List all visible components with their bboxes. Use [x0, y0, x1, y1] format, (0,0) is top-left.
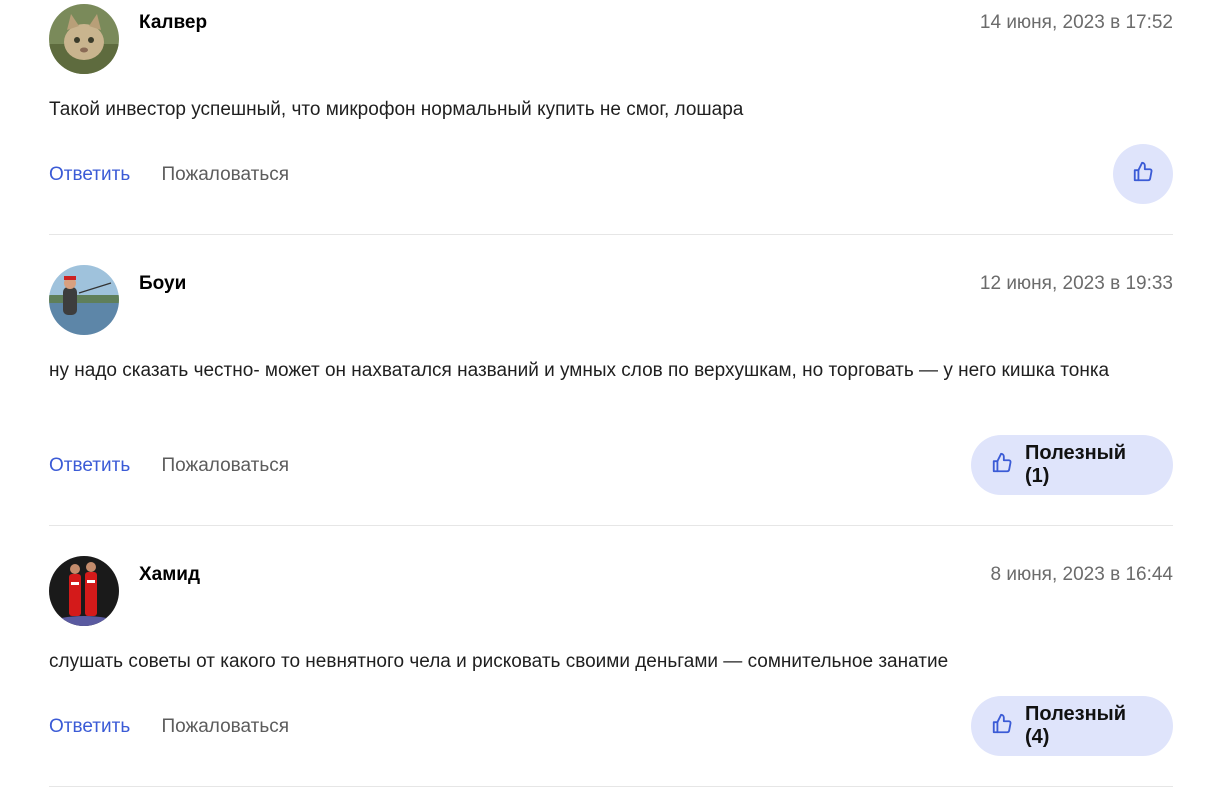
author-name[interactable]: Калвер [139, 12, 207, 34]
thumbs-up-icon [991, 452, 1013, 479]
comment-actions: Ответить Пожаловаться [49, 164, 289, 186]
like-button[interactable]: Полезный (4) [971, 696, 1173, 756]
like-button[interactable] [1113, 144, 1173, 204]
comment-text: слушать советы от какого то невнятного ч… [49, 651, 949, 672]
avatar[interactable] [49, 556, 119, 626]
comment-date: 14 июня, 2023 в 17:52 [979, 12, 1173, 33]
like-label: Полезный (4) [1025, 703, 1127, 748]
avatar[interactable] [49, 265, 119, 335]
author-name[interactable]: Боуи [139, 273, 186, 295]
report-button[interactable]: Пожаловаться [162, 455, 290, 476]
author-name[interactable]: Хамид [139, 564, 200, 586]
comment-date: 12 июня, 2023 в 19:33 [979, 273, 1173, 294]
avatar[interactable] [49, 4, 119, 74]
like-button[interactable]: Полезный (1) [971, 435, 1173, 495]
divider [49, 234, 1173, 235]
comment-date: 8 июня, 2023 в 16:44 [990, 564, 1173, 585]
divider [49, 525, 1173, 526]
reply-button[interactable]: Ответить [49, 455, 130, 476]
comment-actions: Ответить Пожаловаться [49, 455, 289, 477]
reply-button[interactable]: Ответить [49, 164, 130, 185]
comment-text: ну надо сказать честно- может он нахвата… [49, 360, 1110, 381]
report-button[interactable]: Пожаловаться [162, 716, 290, 737]
thumbs-up-icon [1132, 161, 1154, 188]
comment-text: Такой инвестор успешный, что микрофон но… [49, 99, 744, 120]
like-label: Полезный (1) [1025, 442, 1127, 487]
reply-button[interactable]: Ответить [49, 716, 130, 737]
comment-actions: Ответить Пожаловаться [49, 716, 289, 738]
report-button[interactable]: Пожаловаться [162, 164, 290, 185]
thumbs-up-icon [991, 713, 1013, 740]
